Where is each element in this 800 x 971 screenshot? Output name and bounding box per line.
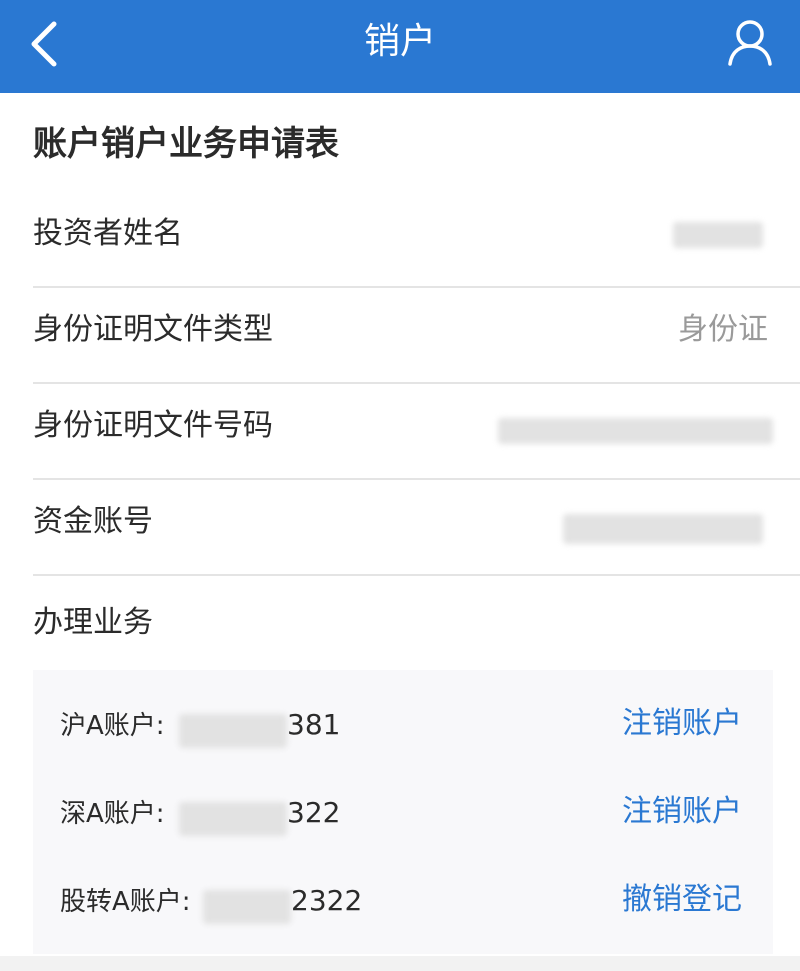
redacted-number: [179, 714, 287, 748]
revoke-registration-button[interactable]: 撤销登记: [622, 880, 742, 920]
account-row-neeq-a: 股转A账户: 2322 撤销登记: [33, 858, 773, 946]
investor-name-row: 投资者姓名: [33, 192, 800, 288]
account-number: 381: [287, 708, 341, 741]
account-label: 深A账户:: [60, 799, 165, 829]
id-number-row: 身份证明文件号码: [33, 384, 800, 480]
bottom-divider: [0, 956, 800, 971]
redacted-value: [498, 418, 773, 444]
account-row-sz-a: 深A账户: 322 注销账户: [33, 770, 773, 858]
form-title: 账户销户业务申请表: [33, 124, 339, 164]
top-bar: 销户: [0, 0, 800, 93]
account-label: 沪A账户:: [60, 711, 165, 741]
section-label: 办理业务: [33, 605, 153, 640]
fund-account-label: 资金账号: [33, 504, 153, 539]
accounts-panel: 沪A账户: 381 注销账户 深A账户: 322 注销账户 股转A账户: 232…: [33, 670, 773, 954]
fund-account-row: 资金账号: [33, 480, 800, 576]
account-number: 2322: [291, 884, 363, 917]
id-type-value: 身份证: [678, 312, 768, 347]
account-number: 322: [287, 796, 341, 829]
account-row-sh-a: 沪A账户: 381 注销账户: [33, 682, 773, 770]
page-title: 销户: [363, 21, 436, 62]
investor-name-label: 投资者姓名: [33, 216, 183, 251]
id-type-label: 身份证明文件类型: [33, 312, 273, 347]
redacted-value: [673, 222, 763, 248]
redacted-value: [563, 514, 763, 544]
account-label: 股转A账户:: [60, 887, 191, 917]
redacted-number: [203, 890, 291, 924]
user-icon[interactable]: [724, 16, 776, 68]
cancel-account-button[interactable]: 注销账户: [622, 792, 742, 832]
id-type-row: 身份证明文件类型 身份证: [33, 288, 800, 384]
redacted-number: [179, 802, 287, 836]
cancel-account-button[interactable]: 注销账户: [622, 704, 742, 744]
id-number-label: 身份证明文件号码: [33, 408, 273, 443]
